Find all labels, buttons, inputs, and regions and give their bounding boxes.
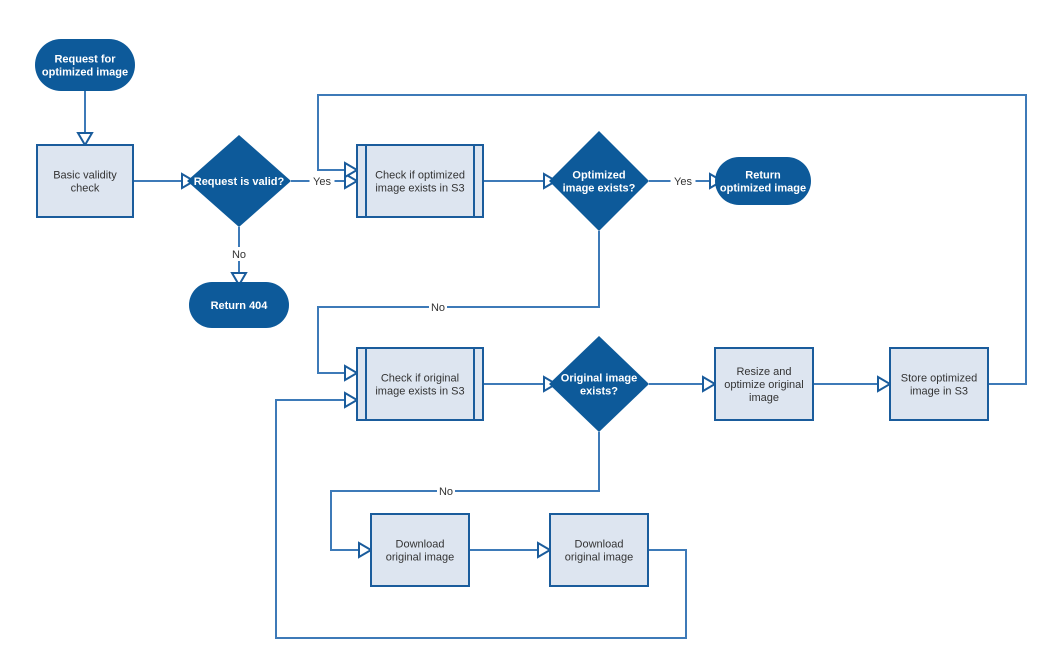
edge-label-text: No bbox=[232, 249, 246, 261]
edge-label-original-no: No bbox=[437, 484, 455, 498]
edge-label-valid-yes: Yes bbox=[309, 174, 335, 188]
node-label: optimized image bbox=[720, 183, 806, 195]
node-label: Download bbox=[396, 539, 445, 551]
arrowhead-icon bbox=[344, 161, 359, 179]
node-download1: Downloadoriginal image bbox=[370, 513, 470, 587]
edge-check-original-to-decision bbox=[483, 375, 558, 393]
edge-label-text: Yes bbox=[674, 176, 692, 188]
node-valid-decision: Request is valid? bbox=[187, 135, 291, 227]
arrowhead-icon bbox=[344, 364, 359, 382]
arrowhead-icon bbox=[877, 375, 892, 393]
node-return404: Return 404 bbox=[189, 282, 289, 328]
node-label: image exists? bbox=[563, 183, 636, 195]
node-store: Store optimizedimage in S3 bbox=[889, 347, 989, 421]
edge-download1-to-download2 bbox=[469, 541, 552, 559]
node-label: original image bbox=[565, 552, 633, 564]
arrowhead-icon bbox=[537, 541, 552, 559]
arrowhead-icon bbox=[76, 132, 94, 147]
arrowhead-icon bbox=[702, 375, 717, 393]
node-label: Resize and bbox=[736, 366, 791, 378]
node-label: Basic validity bbox=[53, 170, 117, 182]
node-label: Optimized bbox=[572, 170, 625, 182]
node-label: Check if optimized bbox=[375, 170, 465, 182]
arrowhead-icon bbox=[358, 541, 373, 559]
edge-validity-to-decision bbox=[133, 172, 196, 190]
arrowhead-icon bbox=[344, 391, 359, 409]
node-label: image exists in S3 bbox=[375, 183, 464, 195]
node-check-original: Check if originalimage exists in S3 bbox=[356, 347, 484, 421]
node-label: image bbox=[749, 392, 779, 404]
node-start: Request foroptimized image bbox=[35, 39, 135, 91]
edge-original-yes bbox=[649, 375, 717, 393]
edge-start-to-validity bbox=[76, 91, 94, 147]
node-label: Check if original bbox=[381, 373, 459, 385]
node-check-optimized: Check if optimizedimage exists in S3 bbox=[356, 144, 484, 218]
edge-label-valid-no: No bbox=[230, 247, 248, 261]
flowchart: Request foroptimized imageBasic validity… bbox=[35, 39, 1027, 639]
node-label: image in S3 bbox=[910, 386, 968, 398]
edge-label-text: No bbox=[431, 302, 445, 314]
edge-label-optimized-yes: Yes bbox=[670, 174, 696, 188]
edge-store-loop bbox=[317, 94, 1027, 385]
node-label: optimize original bbox=[724, 379, 803, 391]
edge-label-optimized-no: No bbox=[429, 300, 447, 314]
node-label: Store optimized bbox=[901, 373, 977, 385]
node-original-decision: Original imageexists? bbox=[549, 336, 649, 432]
edge-resize-to-store bbox=[813, 375, 892, 393]
node-resize: Resize andoptimize originalimage bbox=[714, 347, 814, 421]
node-label: Request for bbox=[54, 54, 116, 66]
edge-label-text: Yes bbox=[313, 176, 331, 188]
node-optimized-decision: Optimizedimage exists? bbox=[549, 131, 649, 231]
node-return-optimized: Returnoptimized image bbox=[715, 157, 811, 205]
node-label: Download bbox=[575, 539, 624, 551]
node-label: Return 404 bbox=[211, 300, 269, 312]
node-label: Original image bbox=[561, 373, 637, 385]
node-label: Request is valid? bbox=[194, 176, 285, 188]
node-validity: Basic validitycheck bbox=[36, 144, 134, 218]
node-label: original image bbox=[386, 552, 454, 564]
node-download2: Downloadoriginal image bbox=[549, 513, 649, 587]
node-label: check bbox=[71, 183, 100, 195]
node-label: optimized image bbox=[42, 67, 128, 79]
edge-check-optimized-to-decision bbox=[483, 172, 558, 190]
node-label: Return bbox=[745, 170, 781, 182]
edge-label-text: No bbox=[439, 486, 453, 498]
node-label: image exists in S3 bbox=[375, 386, 464, 398]
node-label: exists? bbox=[580, 386, 618, 398]
